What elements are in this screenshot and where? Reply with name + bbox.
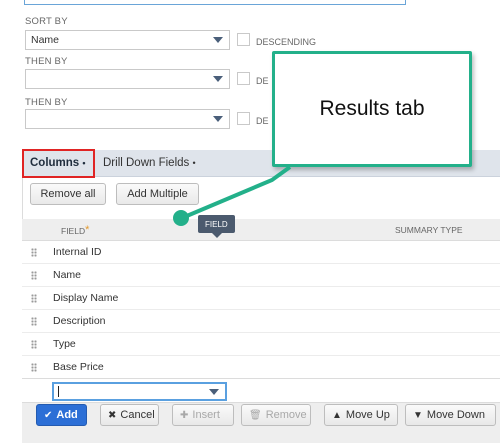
row-field: Base Price <box>53 361 104 373</box>
sort-by-select[interactable]: Name <box>25 30 230 50</box>
drag-handle-icon[interactable] <box>31 271 37 280</box>
table-row[interactable]: Internal ID <box>22 241 500 264</box>
insert-button[interactable]: ✚ Insert <box>172 404 234 426</box>
tab-drill-down-label: Drill Down Fields <box>103 157 190 169</box>
table-row[interactable]: Type <box>22 333 500 356</box>
chevron-down-icon <box>213 76 223 82</box>
drag-handle-icon[interactable] <box>31 294 37 303</box>
cancel-button-label: Cancel <box>120 409 155 421</box>
table-row[interactable]: Base Price <box>22 356 500 379</box>
then-by-2-label: THEN BY <box>25 97 68 108</box>
field-header-label: FIELD <box>61 226 86 236</box>
move-up-button[interactable]: ▲ Move Up <box>324 404 398 426</box>
columns-header-row: FIELD* SUMMARY TYPE <box>22 219 500 241</box>
required-marker: * <box>85 224 90 236</box>
field-column-header[interactable]: FIELD* <box>61 224 90 237</box>
then-by-1-label: THEN BY <box>25 56 68 67</box>
drag-handle-icon[interactable] <box>31 363 37 372</box>
drag-handle-icon[interactable] <box>31 317 37 326</box>
sort-by-label: SORT BY <box>25 16 68 27</box>
add-button[interactable]: ✔ Add <box>36 404 87 426</box>
sort-by-value: Name <box>31 34 60 46</box>
table-row[interactable]: Name <box>22 264 500 287</box>
tab-drill-down-fields[interactable]: Drill Down Fields • <box>103 150 196 177</box>
drag-handle-icon[interactable] <box>31 248 37 257</box>
chevron-down-icon <box>209 389 219 395</box>
columns-tab-highlight <box>22 149 95 178</box>
then-by-2-select[interactable] <box>25 109 230 129</box>
then-by-2-descending-label: DE <box>256 116 269 126</box>
cancel-button[interactable]: ✖ Cancel <box>100 404 159 426</box>
then-by-1-descending-label: DE <box>256 76 269 86</box>
remove-button[interactable]: 🗑 Remove <box>241 404 311 426</box>
table-row[interactable]: Display Name <box>22 287 500 310</box>
tab-drill-down-dot: • <box>192 158 196 168</box>
move-down-button[interactable]: ▼ Move Down <box>405 404 496 426</box>
triangle-up-icon: ▲ <box>332 409 342 421</box>
x-icon: ✖ <box>108 409 117 421</box>
trash-icon: 🗑 <box>249 409 262 421</box>
then-by-1-select[interactable] <box>25 69 230 89</box>
remove-button-label: Remove <box>265 409 307 421</box>
then-by-2-descending-checkbox[interactable] <box>237 112 250 125</box>
descending-label: DESCENDING <box>256 37 317 47</box>
remove-all-button[interactable]: Remove all <box>30 183 106 205</box>
then-by-1-descending-checkbox[interactable] <box>237 72 250 85</box>
add-button-label: Add <box>56 409 78 421</box>
previous-field-input[interactable] <box>24 0 406 5</box>
results-tab-callout: Results tab <box>272 51 472 167</box>
table-row[interactable]: Description <box>22 310 500 333</box>
new-field-row <box>22 378 500 402</box>
row-field: Name <box>53 269 82 281</box>
move-up-button-label: Move Up <box>345 409 390 421</box>
chevron-down-icon <box>213 37 223 43</box>
insert-button-label: Insert <box>192 409 220 421</box>
summary-type-column-header[interactable]: SUMMARY TYPE <box>395 225 463 235</box>
row-field: Description <box>53 315 106 327</box>
text-cursor <box>58 386 59 397</box>
add-multiple-button[interactable]: Add Multiple <box>116 183 199 205</box>
row-field: Display Name <box>53 292 119 304</box>
descending-checkbox[interactable] <box>237 33 250 46</box>
field-tooltip: FIELD <box>198 215 235 238</box>
triangle-down-icon: ▼ <box>413 409 423 421</box>
drag-handle-icon[interactable] <box>31 340 37 349</box>
new-field-select[interactable] <box>52 382 227 401</box>
move-down-button-label: Move Down <box>426 409 485 421</box>
check-icon: ✔ <box>44 409 53 421</box>
row-field: Type <box>53 338 76 350</box>
plus-icon: ✚ <box>180 409 189 421</box>
chevron-down-icon <box>213 116 223 122</box>
row-field: Internal ID <box>53 246 102 258</box>
